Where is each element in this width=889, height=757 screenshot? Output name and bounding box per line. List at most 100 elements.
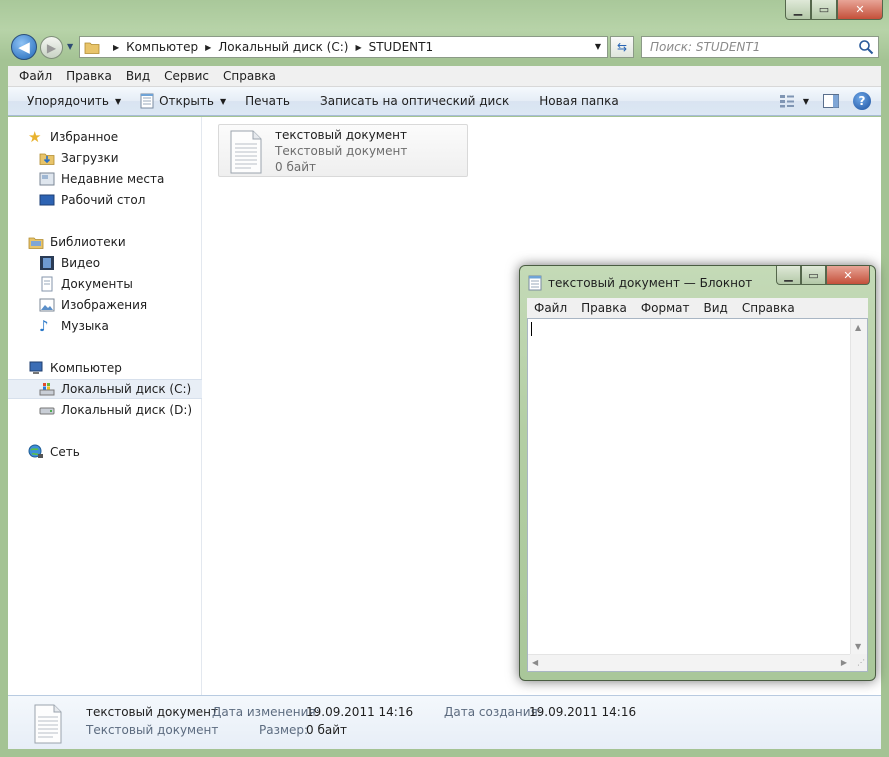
preview-pane-icon[interactable] (823, 94, 839, 108)
system-drive-icon (39, 383, 55, 396)
breadcrumb-separator-icon[interactable]: ▶ (355, 43, 361, 52)
nav-documents[interactable]: Документы (8, 274, 202, 294)
command-bar: Упорядочить ▼ Открыть ▼ Печать Записать на… (8, 87, 881, 116)
vertical-scrollbar[interactable]: ▲ ▼ (850, 319, 867, 655)
minimize-icon: ▁ (793, 3, 803, 16)
nav-pictures[interactable]: Изображения (8, 295, 202, 315)
nav-computer-label: Компьютер (50, 361, 122, 375)
nav-downloads[interactable]: Загрузки (8, 148, 202, 168)
nav-recent-places[interactable]: Недавние места (8, 169, 202, 189)
nav-music[interactable]: ♪ Музыка (8, 316, 202, 336)
created-value: 19.09.2011 14:16 (529, 705, 637, 719)
file-name: текстовый документ (275, 128, 407, 142)
address-bar[interactable]: ▶ Компьютер ▶ Локальный диск (C:) ▶ STUD… (79, 36, 608, 58)
resize-grip-icon[interactable]: ⋰ (850, 654, 867, 671)
maximize-icon: ▭ (808, 268, 819, 282)
details-pane: текстовый документ Текстовый документ Да… (8, 695, 881, 749)
nav-video-label: Видео (61, 256, 101, 270)
close-icon: ✕ (855, 3, 865, 16)
video-icon (40, 256, 54, 270)
menu-edit[interactable]: Правка (66, 69, 112, 83)
nav-recent-places-label: Недавние места (61, 172, 165, 186)
notepad-titlebar[interactable]: текстовый документ — Блокнот (528, 275, 752, 291)
nav-favorites[interactable]: ★ Избранное (8, 127, 202, 147)
menu-file[interactable]: Файл (19, 69, 52, 83)
new-folder-button[interactable]: Новая папка (539, 94, 618, 108)
notepad-menu-file[interactable]: Файл (534, 301, 567, 315)
breadcrumb-computer[interactable]: Компьютер (126, 40, 198, 54)
nav-local-disk-c[interactable]: Локальный диск (C:) (8, 379, 202, 399)
explorer-titlebar[interactable]: ▁ ▭ ✕ (0, 0, 889, 28)
nav-documents-label: Документы (61, 277, 133, 291)
print-button[interactable]: Печать (245, 94, 290, 108)
horizontal-scrollbar[interactable]: ◀ ▶ (528, 654, 851, 671)
burn-label: Записать на оптический диск (320, 94, 510, 108)
scroll-up-icon[interactable]: ▲ (855, 323, 861, 332)
scroll-left-icon[interactable]: ◀ (532, 658, 538, 667)
nav-music-label: Музыка (61, 319, 109, 333)
maximize-button[interactable]: ▭ (811, 0, 837, 20)
notepad-maximize-button[interactable]: ▭ (801, 266, 826, 285)
network-icon (28, 444, 43, 458)
organize-button[interactable]: Упорядочить ▼ (27, 94, 121, 108)
search-input[interactable]: Поиск: STUDENT1 (641, 36, 879, 58)
open-button[interactable]: Открыть ▼ (140, 93, 226, 109)
burn-button[interactable]: Записать на оптический диск (320, 94, 509, 108)
breadcrumb-separator-icon[interactable]: ▶ (113, 43, 119, 52)
notepad-close-button[interactable]: ✕ (826, 266, 870, 285)
notepad-menu-help[interactable]: Справка (742, 301, 795, 315)
file-size: 0 байт (275, 160, 316, 174)
text-document-icon (34, 704, 62, 744)
search-placeholder: Поиск: STUDENT1 (650, 40, 761, 54)
notepad-minimize-button[interactable]: ▁ (776, 266, 801, 285)
refresh-button[interactable]: ⇆ (610, 36, 634, 58)
drive-icon (39, 407, 55, 415)
back-button[interactable]: ◀ (11, 34, 37, 60)
menu-tools[interactable]: Сервис (164, 69, 209, 83)
nav-network-label: Сеть (50, 445, 80, 459)
close-button[interactable]: ✕ (837, 0, 883, 20)
help-icon[interactable]: ? (853, 92, 871, 110)
scroll-down-icon[interactable]: ▼ (855, 642, 861, 651)
notepad-text-area[interactable]: ▲ ▼ ◀ ▶ ⋰ (527, 318, 868, 672)
print-label: Печать (245, 94, 291, 108)
navigation-pane[interactable]: ★ Избранное Загрузки Недавние места Рабо… (8, 117, 202, 695)
nav-network[interactable]: Сеть (8, 442, 202, 462)
nav-favorites-label: Избранное (50, 130, 119, 144)
downloads-folder-icon (39, 153, 55, 165)
menu-help[interactable]: Справка (223, 69, 276, 83)
address-dropdown-icon[interactable]: ▼ (595, 42, 601, 51)
organize-label: Упорядочить (27, 94, 109, 108)
notepad-title: текстовый документ — Блокнот (548, 276, 753, 290)
pictures-icon (39, 298, 55, 312)
open-label: Открыть (159, 94, 214, 108)
notepad-menu-bar: Файл Правка Формат Вид Справка (527, 298, 868, 318)
scroll-right-icon[interactable]: ▶ (841, 658, 847, 667)
change-view-button[interactable]: ▼ (779, 94, 809, 108)
notepad-menu-view[interactable]: Вид (704, 301, 728, 315)
breadcrumb-student1[interactable]: STUDENT1 (369, 40, 434, 54)
nav-video[interactable]: Видео (8, 253, 202, 273)
file-type: Текстовый документ (275, 144, 408, 158)
forward-button[interactable]: ▶ (40, 36, 63, 59)
breadcrumb-local-disk-c[interactable]: Локальный диск (C:) (218, 40, 348, 54)
file-tile[interactable]: текстовый документ Текстовый документ 0 … (218, 124, 468, 177)
documents-icon (41, 276, 53, 292)
chevron-down-icon: ▼ (219, 96, 227, 106)
nav-desktop[interactable]: Рабочий стол (8, 190, 202, 210)
recent-pages-dropdown-icon[interactable]: ▼ (67, 42, 73, 51)
nav-local-disk-d[interactable]: Локальный диск (D:) (8, 400, 202, 420)
notepad-menu-edit[interactable]: Правка (581, 301, 627, 315)
size-value: 0 байт (306, 723, 347, 737)
menu-bar: Файл Правка Вид Сервис Справка (8, 66, 881, 87)
notepad-menu-format[interactable]: Формат (641, 301, 690, 315)
toolbar-right: ▼ ? (765, 92, 871, 110)
search-icon[interactable] (858, 39, 874, 55)
menu-view[interactable]: Вид (126, 69, 150, 83)
nav-libraries[interactable]: Библиотеки (8, 232, 202, 252)
minimize-button[interactable]: ▁ (785, 0, 811, 20)
notepad-window[interactable]: текстовый документ — Блокнот ▁ ▭ ✕ Файл … (519, 265, 876, 681)
breadcrumb-separator-icon[interactable]: ▶ (205, 43, 211, 52)
notepad-icon (528, 275, 542, 291)
nav-computer[interactable]: Компьютер (8, 358, 202, 378)
